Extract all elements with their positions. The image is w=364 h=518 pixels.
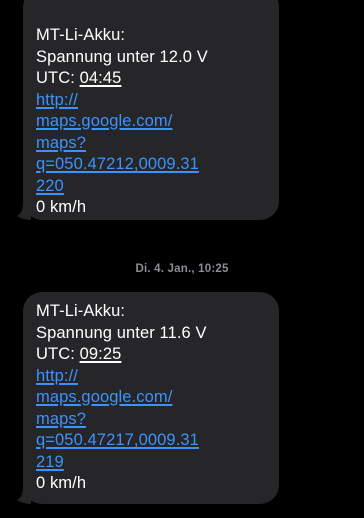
message-utc: UTC: 09:25 bbox=[36, 344, 267, 366]
maps-link-line[interactable]: q=050.47217,0009.31 bbox=[36, 430, 267, 452]
message-bubble[interactable]: MT-Li-Akku: Spannung unter 11.6 V UTC: 0… bbox=[17, 292, 279, 504]
utc-label: UTC: bbox=[36, 345, 80, 363]
message-bubble[interactable]: MT-Li-Akku: Spannung unter 12.0 V UTC: 0… bbox=[17, 0, 279, 220]
maps-link-line[interactable]: q=050.47212,0009.31 bbox=[36, 154, 267, 176]
message-voltage: Spannung unter 12.0 V bbox=[36, 47, 208, 66]
message-voltage: Spannung unter 11.6 V bbox=[36, 323, 207, 342]
maps-link-line[interactable]: maps.google.com/ bbox=[36, 111, 267, 133]
maps-link-line[interactable]: 220 bbox=[36, 176, 267, 198]
maps-link-line[interactable]: maps.google.com/ bbox=[36, 387, 267, 409]
maps-link-line[interactable]: maps? bbox=[36, 133, 267, 155]
message-speed: 0 km/h bbox=[36, 474, 87, 492]
utc-time-link[interactable]: 09:25 bbox=[80, 345, 122, 363]
utc-time-link[interactable]: 04:45 bbox=[80, 69, 122, 87]
message-utc: UTC: 04:45 bbox=[36, 68, 267, 90]
utc-label: UTC: bbox=[36, 69, 80, 87]
bubble-tail bbox=[17, 202, 31, 220]
maps-link-line[interactable]: maps? bbox=[36, 409, 267, 431]
message-title: MT-Li-Akku: bbox=[36, 26, 126, 44]
maps-link-line[interactable]: http:// bbox=[36, 90, 267, 112]
maps-link-line[interactable]: http:// bbox=[36, 366, 267, 388]
bubble-tail bbox=[17, 486, 31, 504]
maps-link-line[interactable]: 219 bbox=[36, 452, 267, 474]
message-speed: 0 km/h bbox=[36, 198, 87, 216]
message-timestamp: Di. 4. Jan., 10:25 bbox=[135, 263, 229, 275]
message-title: MT-Li-Akku: bbox=[36, 302, 126, 320]
